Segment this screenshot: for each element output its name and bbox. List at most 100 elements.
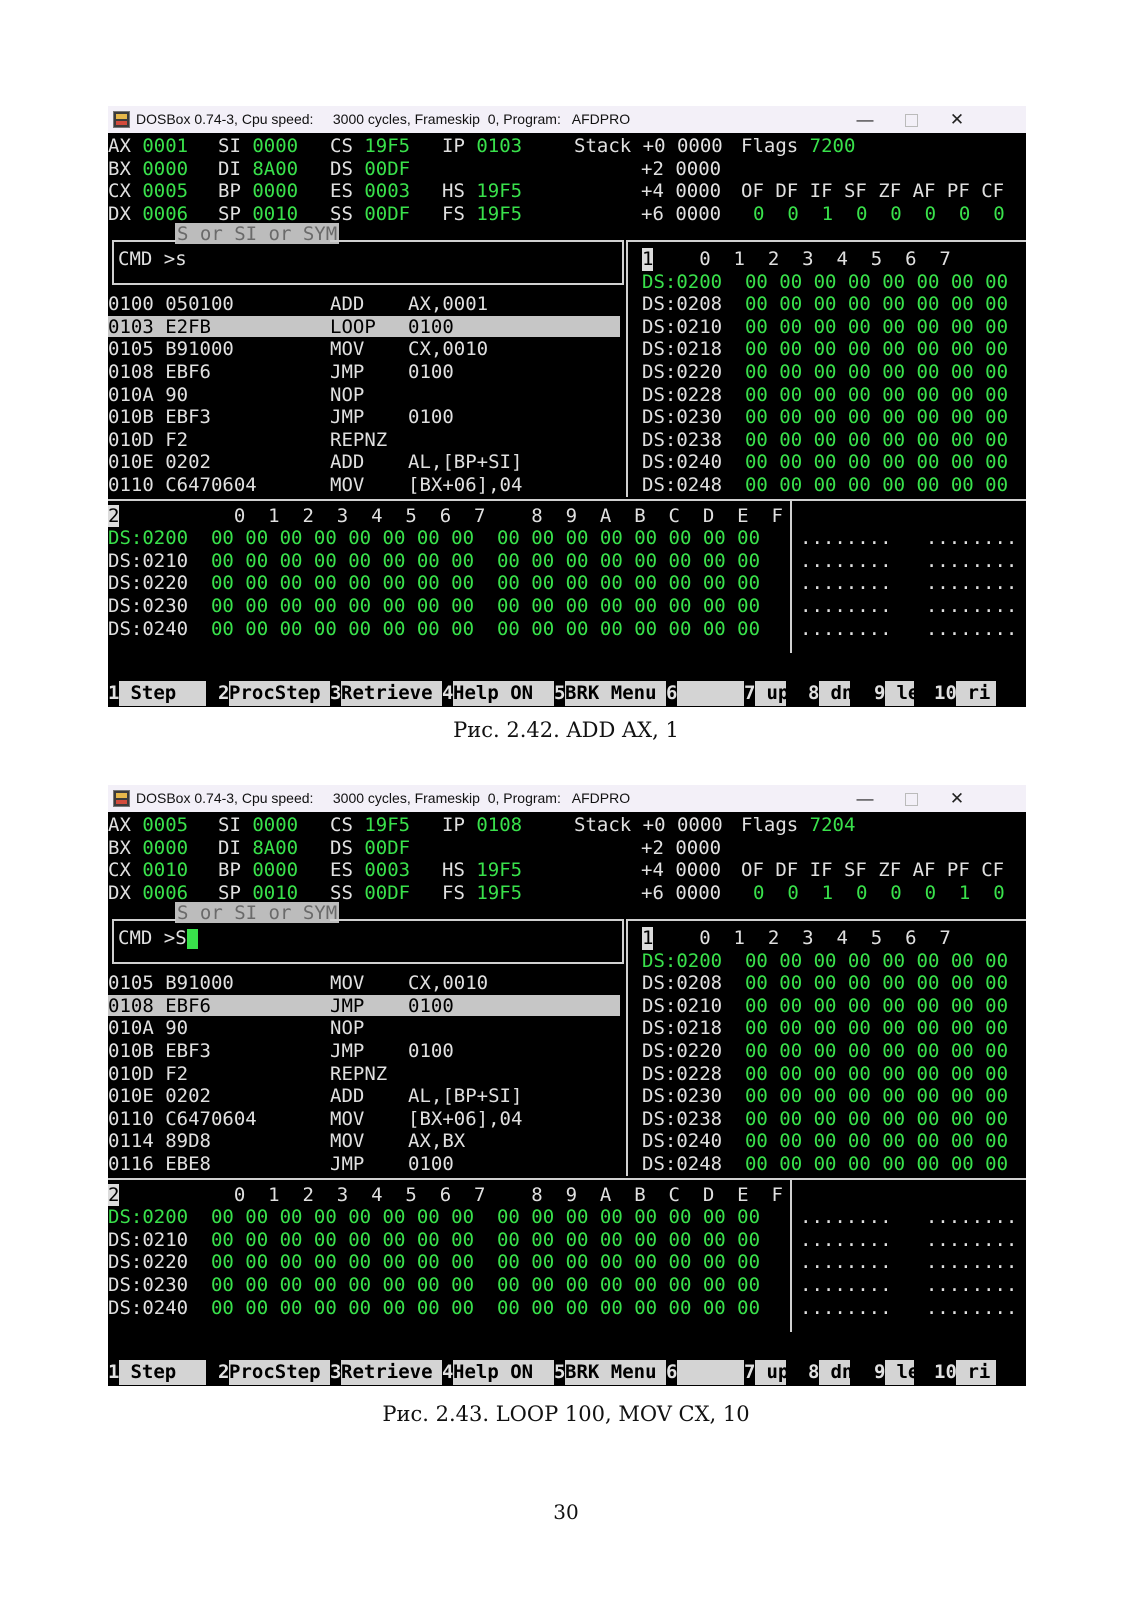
disasm-address[interactable]: 010A 90 bbox=[108, 384, 188, 406]
disasm-address[interactable]: 0100 050100 bbox=[108, 293, 234, 315]
memory1-row[interactable]: DS:0218 00 00 00 00 00 00 00 00 bbox=[642, 338, 1008, 360]
fkey-9-button[interactable]: le bbox=[885, 1360, 919, 1385]
fkey-4-button[interactable]: Help ON bbox=[453, 1360, 560, 1385]
disasm-operand[interactable]: AX,BX bbox=[408, 1130, 465, 1152]
fkey-8-button[interactable]: dn bbox=[819, 681, 853, 706]
memory1-row[interactable]: DS:0220 00 00 00 00 00 00 00 00 bbox=[642, 1040, 1008, 1062]
close-button[interactable]: ✕ bbox=[934, 785, 980, 812]
disasm-address[interactable]: 0108 EBF6 bbox=[108, 361, 211, 383]
fkey-4-button[interactable]: Help ON bbox=[453, 681, 560, 706]
maximize-button[interactable] bbox=[888, 106, 934, 133]
fkey-7-button[interactable]: up bbox=[755, 1360, 789, 1385]
memory1-row[interactable]: DS:0230 00 00 00 00 00 00 00 00 bbox=[642, 1085, 1008, 1107]
memory2-row[interactable]: DS:0210 00 00 00 00 00 00 00 00 00 00 00… bbox=[108, 550, 760, 572]
memory2-row[interactable]: DS:0230 00 00 00 00 00 00 00 00 00 00 00… bbox=[108, 595, 760, 617]
memory1-row[interactable]: DS:0210 00 00 00 00 00 00 00 00 bbox=[642, 316, 1008, 338]
disasm-operand[interactable]: [BX+06],04 bbox=[408, 1108, 522, 1130]
disasm-mnemonic[interactable]: JMP bbox=[330, 1040, 364, 1062]
memory2-row[interactable]: DS:0220 00 00 00 00 00 00 00 00 00 00 00… bbox=[108, 1251, 760, 1273]
disasm-mnemonic[interactable]: MOV bbox=[330, 1108, 364, 1130]
disasm-address[interactable]: 0110 C6470604 bbox=[108, 1108, 257, 1130]
fkey-7-button[interactable]: up bbox=[755, 681, 789, 706]
fkey-1-button[interactable]: Step bbox=[119, 681, 206, 706]
disasm-operand[interactable]: CX,0010 bbox=[408, 338, 488, 360]
disasm-operand[interactable]: AX,0001 bbox=[408, 293, 488, 315]
disasm-mnemonic[interactable]: MOV bbox=[330, 972, 364, 994]
disasm-address[interactable]: 010A 90 bbox=[108, 1017, 188, 1039]
command-line[interactable]: CMD >S bbox=[118, 927, 198, 949]
disasm-address[interactable]: 0116 EBE8 bbox=[108, 1153, 211, 1175]
disasm-mnemonic[interactable]: MOV bbox=[330, 1130, 364, 1152]
disasm-mnemonic[interactable]: ADD bbox=[330, 451, 364, 473]
fkey-5-button[interactable]: BRK Menu bbox=[565, 681, 672, 706]
memory2-row[interactable]: DS:0200 00 00 00 00 00 00 00 00 00 00 00… bbox=[108, 527, 760, 549]
disasm-operand[interactable]: AL,[BP+SI] bbox=[408, 451, 522, 473]
fkey-10-button[interactable]: ri bbox=[956, 681, 996, 706]
disasm-mnemonic[interactable]: MOV bbox=[330, 338, 364, 360]
maximize-button[interactable] bbox=[888, 785, 934, 812]
memory1-row[interactable]: DS:0200 00 00 00 00 00 00 00 00 bbox=[642, 950, 1008, 972]
disasm-operand[interactable]: 0100 bbox=[408, 406, 454, 428]
disasm-address[interactable]: 010B EBF3 bbox=[108, 406, 211, 428]
disasm-operand[interactable]: 0100 bbox=[408, 995, 454, 1017]
disasm-address[interactable]: 0110 C6470604 bbox=[108, 474, 257, 496]
disasm-mnemonic[interactable]: ADD bbox=[330, 1085, 364, 1107]
memory1-row[interactable]: DS:0200 00 00 00 00 00 00 00 00 bbox=[642, 271, 1008, 293]
fkey-6-button[interactable] bbox=[677, 1360, 744, 1385]
memory1-row[interactable]: DS:0208 00 00 00 00 00 00 00 00 bbox=[642, 972, 1008, 994]
memory1-row[interactable]: DS:0238 00 00 00 00 00 00 00 00 bbox=[642, 1108, 1008, 1130]
memory1-row[interactable]: DS:0210 00 00 00 00 00 00 00 00 bbox=[642, 995, 1008, 1017]
memory1-row[interactable]: DS:0248 00 00 00 00 00 00 00 00 bbox=[642, 1153, 1008, 1175]
memory1-row[interactable]: DS:0240 00 00 00 00 00 00 00 00 bbox=[642, 1130, 1008, 1152]
fkey-6-button[interactable] bbox=[677, 681, 744, 706]
minimize-button[interactable]: — bbox=[842, 106, 888, 133]
disasm-mnemonic[interactable]: REPNZ bbox=[330, 1063, 387, 1085]
disasm-mnemonic[interactable]: JMP bbox=[330, 361, 364, 383]
fkey-8-button[interactable]: dn bbox=[819, 1360, 853, 1385]
fkey-5-button[interactable]: BRK Menu bbox=[565, 1360, 672, 1385]
disasm-mnemonic[interactable]: NOP bbox=[330, 1017, 364, 1039]
disasm-address[interactable]: 010E 0202 bbox=[108, 1085, 211, 1107]
memory2-row[interactable]: DS:0230 00 00 00 00 00 00 00 00 00 00 00… bbox=[108, 1274, 760, 1296]
memory2-row[interactable]: DS:0220 00 00 00 00 00 00 00 00 00 00 00… bbox=[108, 572, 760, 594]
disasm-address[interactable]: 0114 89D8 bbox=[108, 1130, 211, 1152]
disasm-address[interactable]: 0105 B91000 bbox=[108, 972, 234, 994]
memory2-row[interactable]: DS:0240 00 00 00 00 00 00 00 00 00 00 00… bbox=[108, 618, 760, 640]
fkey-2-button[interactable]: ProcStep bbox=[229, 1360, 336, 1385]
disasm-mnemonic[interactable]: ADD bbox=[330, 293, 364, 315]
command-line[interactable]: CMD >s bbox=[118, 248, 187, 270]
disasm-operand[interactable]: CX,0010 bbox=[408, 972, 488, 994]
memory1-row[interactable]: DS:0240 00 00 00 00 00 00 00 00 bbox=[642, 451, 1008, 473]
disasm-operand[interactable]: 0100 bbox=[408, 1040, 454, 1062]
memory2-row[interactable]: DS:0210 00 00 00 00 00 00 00 00 00 00 00… bbox=[108, 1229, 760, 1251]
disasm-address[interactable]: 0105 B91000 bbox=[108, 338, 234, 360]
disasm-address[interactable]: 010D F2 bbox=[108, 429, 188, 451]
disasm-address[interactable]: 0103 E2FB bbox=[108, 316, 211, 338]
disasm-mnemonic[interactable]: NOP bbox=[330, 384, 364, 406]
disasm-mnemonic[interactable]: JMP bbox=[330, 995, 364, 1017]
minimize-button[interactable]: — bbox=[842, 785, 888, 812]
disasm-address[interactable]: 010D F2 bbox=[108, 1063, 188, 1085]
disasm-operand[interactable]: 0100 bbox=[408, 361, 454, 383]
disasm-operand[interactable]: [BX+06],04 bbox=[408, 474, 522, 496]
memory2-row[interactable]: DS:0200 00 00 00 00 00 00 00 00 00 00 00… bbox=[108, 1206, 760, 1228]
memory1-row[interactable]: DS:0248 00 00 00 00 00 00 00 00 bbox=[642, 474, 1008, 496]
fkey-2-button[interactable]: ProcStep bbox=[229, 681, 336, 706]
fkey-10-button[interactable]: ri bbox=[956, 1360, 996, 1385]
memory1-row[interactable]: DS:0208 00 00 00 00 00 00 00 00 bbox=[642, 293, 1008, 315]
memory1-row[interactable]: DS:0230 00 00 00 00 00 00 00 00 bbox=[642, 406, 1008, 428]
memory1-row[interactable]: DS:0220 00 00 00 00 00 00 00 00 bbox=[642, 361, 1008, 383]
fkey-9-button[interactable]: le bbox=[885, 681, 919, 706]
fkey-1-button[interactable]: Step bbox=[119, 1360, 206, 1385]
memory2-row[interactable]: DS:0240 00 00 00 00 00 00 00 00 00 00 00… bbox=[108, 1297, 760, 1319]
disasm-mnemonic[interactable]: JMP bbox=[330, 1153, 364, 1175]
memory1-row[interactable]: DS:0228 00 00 00 00 00 00 00 00 bbox=[642, 384, 1008, 406]
disasm-operand[interactable]: AL,[BP+SI] bbox=[408, 1085, 522, 1107]
memory1-row[interactable]: DS:0228 00 00 00 00 00 00 00 00 bbox=[642, 1063, 1008, 1085]
memory1-row[interactable]: DS:0218 00 00 00 00 00 00 00 00 bbox=[642, 1017, 1008, 1039]
disasm-mnemonic[interactable]: LOOP bbox=[330, 316, 376, 338]
memory1-row[interactable]: DS:0238 00 00 00 00 00 00 00 00 bbox=[642, 429, 1008, 451]
disasm-mnemonic[interactable]: MOV bbox=[330, 474, 364, 496]
disasm-operand[interactable]: 0100 bbox=[408, 316, 454, 338]
disasm-operand[interactable]: 0100 bbox=[408, 1153, 454, 1175]
